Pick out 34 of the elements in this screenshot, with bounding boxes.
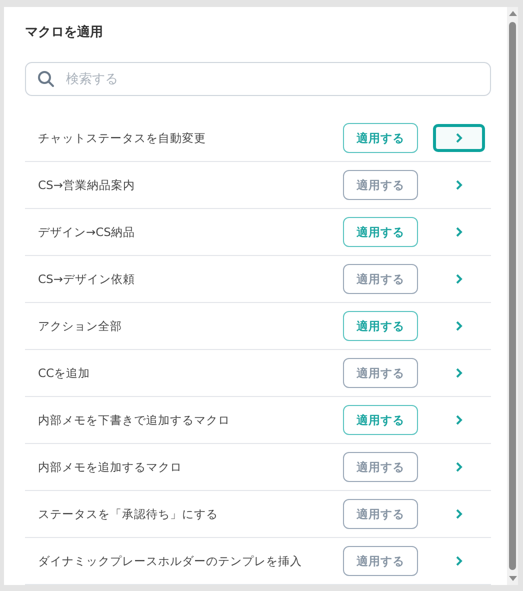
chevron-icon <box>455 179 463 191</box>
apply-button[interactable]: 適用する <box>343 546 418 576</box>
macro-name: CCを追加 <box>37 366 92 380</box>
apply-button[interactable]: 適用する <box>343 358 418 388</box>
macro-name: デザイン→CS納品 <box>37 224 136 240</box>
chevron-icon <box>455 320 463 332</box>
macro-name: ステータスを「承認待ち」にする <box>37 506 219 522</box>
apply-button[interactable]: 適用する <box>343 452 418 482</box>
dialog-title: マクロを適用 <box>25 25 104 41</box>
apply-button[interactable]: 適用する <box>343 170 418 200</box>
apply-button[interactable]: 適用する <box>343 405 418 435</box>
chevron-icon <box>455 273 463 285</box>
chevron-icon <box>455 226 463 238</box>
scrollbar[interactable] <box>507 7 518 585</box>
macro-name: 内部メモを下書きで追加するマクロ <box>37 412 231 428</box>
apply-button[interactable]: 適用する <box>343 123 418 153</box>
macro-name: アクション全部 <box>37 318 123 334</box>
chevron-icon <box>455 508 463 520</box>
apply-button[interactable]: 適用する <box>343 217 418 247</box>
apply-button[interactable]: 適用する <box>343 311 418 341</box>
chevron-icon <box>455 132 463 144</box>
macro-name: CS→デザイン依頼 <box>37 272 136 286</box>
macro-name: CS→営業納品案内 <box>37 178 136 192</box>
macro-name: ダイナミックプレースホルダーのテンプレを挿入 <box>37 554 303 568</box>
chevron-icon <box>455 555 463 567</box>
chevron-icon <box>455 367 463 379</box>
details-button[interactable] <box>433 124 485 152</box>
apply-button[interactable]: 適用する <box>343 264 418 294</box>
chevron-icon <box>455 461 463 473</box>
macro-name: 内部メモを追加するマクロ <box>37 460 183 474</box>
macro-name: チャットステータスを自動変更 <box>37 130 207 146</box>
search-field[interactable]: 検索する <box>25 62 491 96</box>
chevron-icon <box>455 414 463 426</box>
apply-button[interactable]: 適用する <box>343 499 418 529</box>
